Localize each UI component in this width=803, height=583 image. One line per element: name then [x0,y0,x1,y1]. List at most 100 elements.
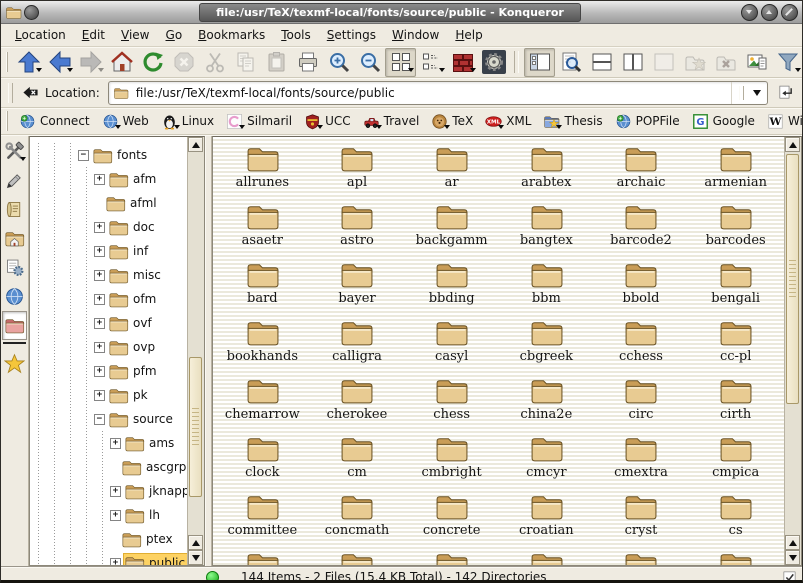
folder-cmpica[interactable]: cmpica [688,431,783,489]
folder-arabtex[interactable]: arabtex [499,141,594,199]
minimize-button[interactable] [741,4,758,21]
folder-cmcyr[interactable]: cmcyr [499,431,594,489]
clear-location-icon[interactable] [22,84,39,101]
bookmark-popfile[interactable]: POPFile [609,108,686,134]
tree-expander-plus[interactable]: + [110,486,121,497]
folder-chess[interactable]: chess [404,373,499,431]
main-scrollbar[interactable] [784,137,801,565]
sidebar-home-folder-button[interactable] [2,224,27,253]
cut-button[interactable] [199,48,230,77]
maximize-button[interactable] [761,4,778,21]
window-icon[interactable] [5,4,39,21]
folder-cc-pl[interactable]: cc-pl [688,315,783,373]
bookmark-xml[interactable]: XML [479,108,537,134]
bookmark-google[interactable]: Google [686,108,761,134]
bookmark-wikipedia[interactable]: Wikipedia [761,108,803,134]
tree-item-body[interactable]: ofm [108,290,160,309]
location-toolbar-grip[interactable] [8,83,13,103]
tree-expander-plus[interactable]: + [110,510,121,521]
folder-cherokee[interactable]: cherokee [310,373,405,431]
scrollbar-thumb[interactable] [786,154,799,404]
folder-allrunes[interactable]: allrunes [215,141,310,199]
tree-expander-plus[interactable]: + [110,438,121,449]
home-button[interactable] [106,48,137,77]
reload-button[interactable] [137,48,168,77]
scrollbar-thumb[interactable] [189,357,202,497]
tree-item-body[interactable]: pk [108,386,152,405]
folder-bbding[interactable]: bbding [404,257,499,315]
folder-astro[interactable]: astro [310,199,405,257]
folder-barcodes[interactable]: barcodes [688,199,783,257]
tree-item-body[interactable]: lh [124,506,164,525]
folder-committee[interactable]: committee [215,489,310,547]
tree-item-pk[interactable]: +pk [30,383,188,407]
tree-item-source[interactable]: −source [30,407,188,431]
tree-item-fonts[interactable]: −fonts [30,143,188,167]
folder-armenian[interactable]: armenian [688,141,783,199]
folder-ar[interactable]: ar [404,141,499,199]
bookmark-travel[interactable]: Travel [357,108,426,134]
toolbar-grip[interactable] [6,52,8,72]
gear-button[interactable] [478,48,509,77]
tree-expander-plus[interactable]: + [94,390,105,401]
menu-help[interactable]: Help [447,26,490,44]
tree-item-body[interactable]: afml [105,194,161,213]
tree-item-ovp[interactable]: +ovp [30,335,188,359]
find-button[interactable] [555,48,586,77]
folder-concrete[interactable]: concrete [404,489,499,547]
tree-item-inf[interactable]: +inf [30,239,188,263]
preview-button[interactable] [741,48,772,77]
tree-item-body[interactable]: pfm [108,362,161,381]
scroll-up-button[interactable] [188,137,203,152]
menu-location[interactable]: Location [7,26,74,44]
tree-expander-plus[interactable]: + [94,294,105,305]
folder-bangtex[interactable]: bangtex [499,199,594,257]
icon-view-button[interactable] [385,48,416,77]
print-button[interactable] [292,48,323,77]
folder-archaic[interactable]: archaic [594,141,689,199]
folder-cryst[interactable]: cryst [594,489,689,547]
tree-expander-minus[interactable]: − [78,150,89,161]
tree-expander-plus[interactable]: + [94,342,105,353]
tree-item-ovf[interactable]: +ovf [30,311,188,335]
folder-cbgreek[interactable]: cbgreek [499,315,594,373]
stop-button[interactable] [168,48,199,77]
close-button[interactable] [781,4,798,21]
bookmark-toolbar-grip[interactable] [6,111,8,131]
folder-bbold[interactable]: bbold [594,257,689,315]
tree-expander-plus[interactable]: + [94,222,105,233]
title-bar[interactable]: file:/usr/TeX/texmf-local/fonts/source/p… [1,1,802,24]
folder-cs[interactable]: cs [688,489,783,547]
active-view-checkbox-icon[interactable] [782,570,797,583]
tree-expander-minus[interactable]: − [94,414,105,425]
folder-backgamm[interactable]: backgamm [404,199,499,257]
tree-item-body[interactable]: public [124,554,189,567]
folder-item-partial[interactable] [499,547,594,566]
zoom-out-button[interactable] [354,48,385,77]
tree-scrollbar[interactable] [187,137,204,565]
folder-clock[interactable]: clock [215,431,310,489]
tree-item-ams[interactable]: +ams [30,431,188,455]
folder-item-partial[interactable] [215,547,310,566]
multicolumn-view-button[interactable] [447,48,478,77]
tree-item-jknappen[interactable]: +jknappen [30,479,188,503]
folder-cchess[interactable]: cchess [594,315,689,373]
tree-item-body[interactable]: ovf [108,314,156,333]
tree-item-lh[interactable]: +lh [30,503,188,527]
filter-button[interactable] [772,48,803,77]
tree-item-body[interactable]: ovp [108,338,159,357]
bookmark-silmaril[interactable]: Silmaril [220,108,298,134]
tree-item-body[interactable]: doc [108,218,159,237]
folder-item-partial[interactable] [310,547,405,566]
bookmark-linux[interactable]: Linux [155,108,220,134]
bookmark-ucc[interactable]: UCC [298,108,357,134]
sidebar-history-button[interactable] [2,195,27,224]
panel-splitter[interactable] [205,136,212,566]
tree-item-body[interactable]: ptex [121,530,177,549]
zoom-in-button[interactable] [323,48,354,77]
tree-item-public[interactable]: +public [30,551,188,566]
tree-expander-plus[interactable]: + [94,174,105,185]
new-tab-button[interactable] [679,48,710,77]
folder-circ[interactable]: circ [594,373,689,431]
scroll-down-button[interactable] [785,550,800,565]
